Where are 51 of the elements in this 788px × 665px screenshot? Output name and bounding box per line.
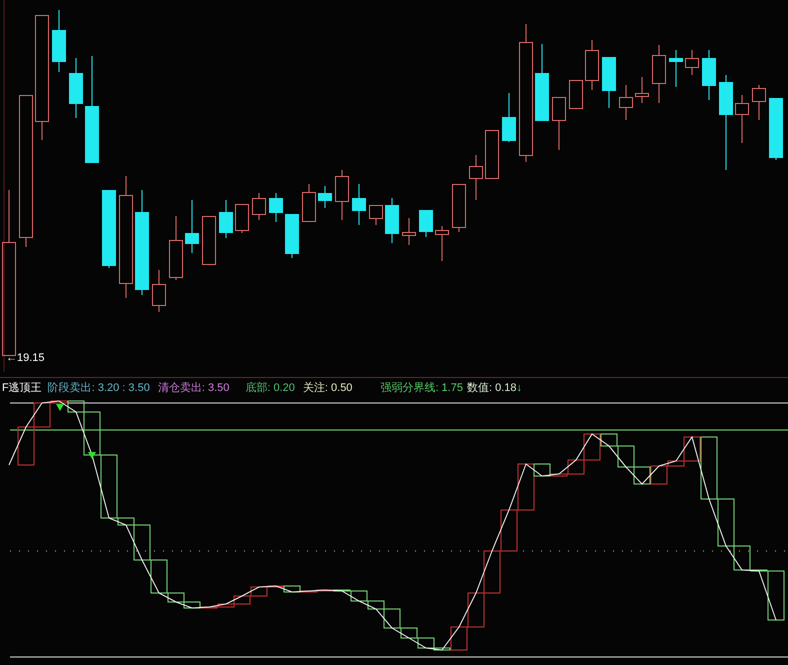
candlestick: [52, 10, 66, 72]
candlestick: [235, 204, 249, 234]
candlestick: [219, 200, 233, 238]
candlestick: [252, 192, 266, 220]
candlestick: [702, 50, 716, 100]
signal-arrow: ↓: [516, 380, 522, 396]
sell-signal-icon: [56, 404, 64, 411]
candlestick: [569, 80, 583, 109]
step-box: [500, 510, 518, 552]
candlestick: [152, 270, 166, 312]
step-box: [634, 466, 650, 484]
candlestick: [735, 94, 749, 144]
candlestick: [585, 40, 599, 90]
candlestick: [269, 192, 283, 222]
step-box: [484, 550, 500, 594]
candlestick: [69, 58, 83, 118]
candlestick: [318, 186, 332, 208]
candlestick: [185, 200, 199, 254]
legend-entry: 阶段卖出: 3.20 : 3.50: [48, 380, 150, 396]
legend-entry: 强弱分界线: 1.75: [380, 380, 463, 396]
price-label: ←19.15: [6, 351, 45, 366]
candlestick: [385, 198, 399, 244]
candlestick: [469, 154, 483, 200]
candlestick: [752, 84, 766, 120]
legend-entry: 底部: 0.20: [245, 380, 295, 396]
candlestick: [552, 97, 566, 150]
candlestick: [769, 98, 783, 160]
candlestick: [419, 210, 433, 238]
candlestick: [335, 170, 349, 220]
candlestick: [485, 130, 499, 179]
candlestick: [669, 50, 683, 88]
candlestick: [402, 218, 416, 246]
candlestick: [685, 50, 699, 76]
candlestick: [652, 44, 666, 104]
legend-entry: 清仓卖出: 3.50: [158, 380, 230, 396]
candlestick: [302, 184, 316, 222]
candlestick: [602, 57, 616, 108]
sell-signal-icon: [88, 452, 96, 459]
candlestick: [619, 84, 633, 120]
candlestick: [452, 184, 466, 232]
candlestick: [435, 226, 449, 262]
legend-entry: 数值: 0.18: [466, 380, 516, 396]
legend-entry: 关注: 0.50: [302, 380, 352, 396]
candlestick: [502, 92, 516, 142]
candlestick: [635, 76, 649, 104]
candlestick: [285, 214, 299, 258]
candlestick: [352, 184, 366, 226]
candlestick: [202, 216, 216, 265]
candlestick: [169, 216, 183, 280]
indicator-name: F逃顶王: [1, 380, 43, 396]
candlestick: [369, 205, 383, 226]
